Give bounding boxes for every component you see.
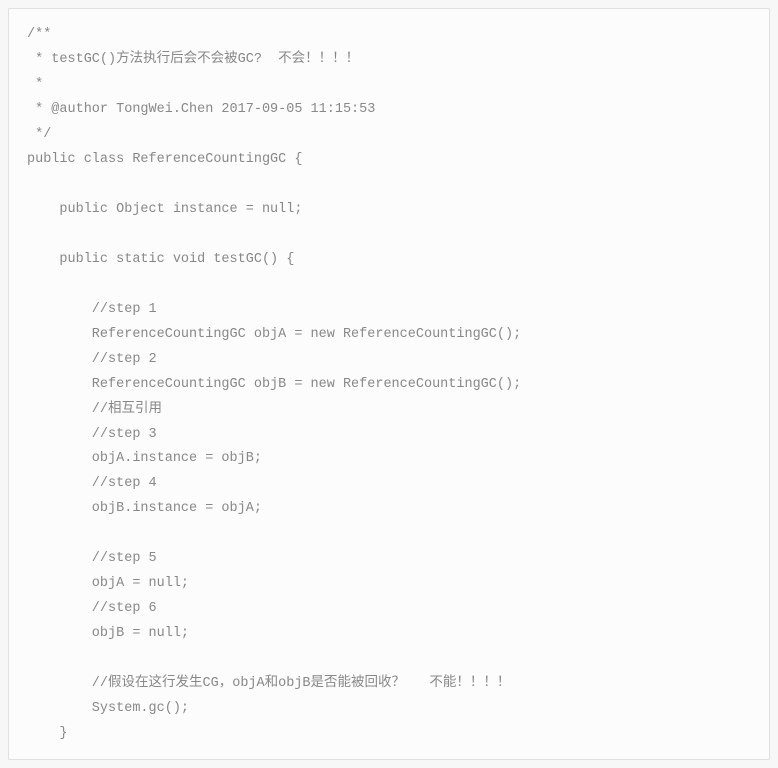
code-line: * testGC()方法执行后会不会被GC? 不会！！！！ [27,48,751,73]
code-line: /** [27,23,751,48]
code-line [27,747,751,760]
code-line: //假设在这行发生CG，objA和objB是否能被回收？ 不能！！！！ [27,672,751,697]
code-line: ReferenceCountingGC objA = new Reference… [27,323,751,348]
code-line: //step 1 [27,298,751,323]
code-line [27,173,751,198]
code-line: * [27,73,751,98]
code-line [27,273,751,298]
code-line [27,522,751,547]
code-line: //相互引用 [27,398,751,423]
code-line: //step 3 [27,423,751,448]
code-line: * @author TongWei.Chen 2017-09-05 11:15:… [27,98,751,123]
code-line: ReferenceCountingGC objB = new Reference… [27,373,751,398]
code-line: } [27,722,751,747]
code-block-container: /** * testGC()方法执行后会不会被GC? 不会！！！！ * * @a… [8,8,770,760]
code-line: public static void testGC() { [27,248,751,273]
code-line: System.gc(); [27,697,751,722]
code-line: //step 5 [27,547,751,572]
code-line: objB.instance = objA; [27,497,751,522]
code-line: //step 4 [27,472,751,497]
code-line: public Object instance = null; [27,198,751,223]
code-line: objA.instance = objB; [27,447,751,472]
code-line: */ [27,123,751,148]
code-line [27,223,751,248]
code-line: //step 6 [27,597,751,622]
code-line [27,647,751,672]
code-line: public class ReferenceCountingGC { [27,148,751,173]
code-line: objA = null; [27,572,751,597]
code-line: //step 2 [27,348,751,373]
code-line: objB = null; [27,622,751,647]
code-block: /** * testGC()方法执行后会不会被GC? 不会！！！！ * * @a… [27,23,751,760]
